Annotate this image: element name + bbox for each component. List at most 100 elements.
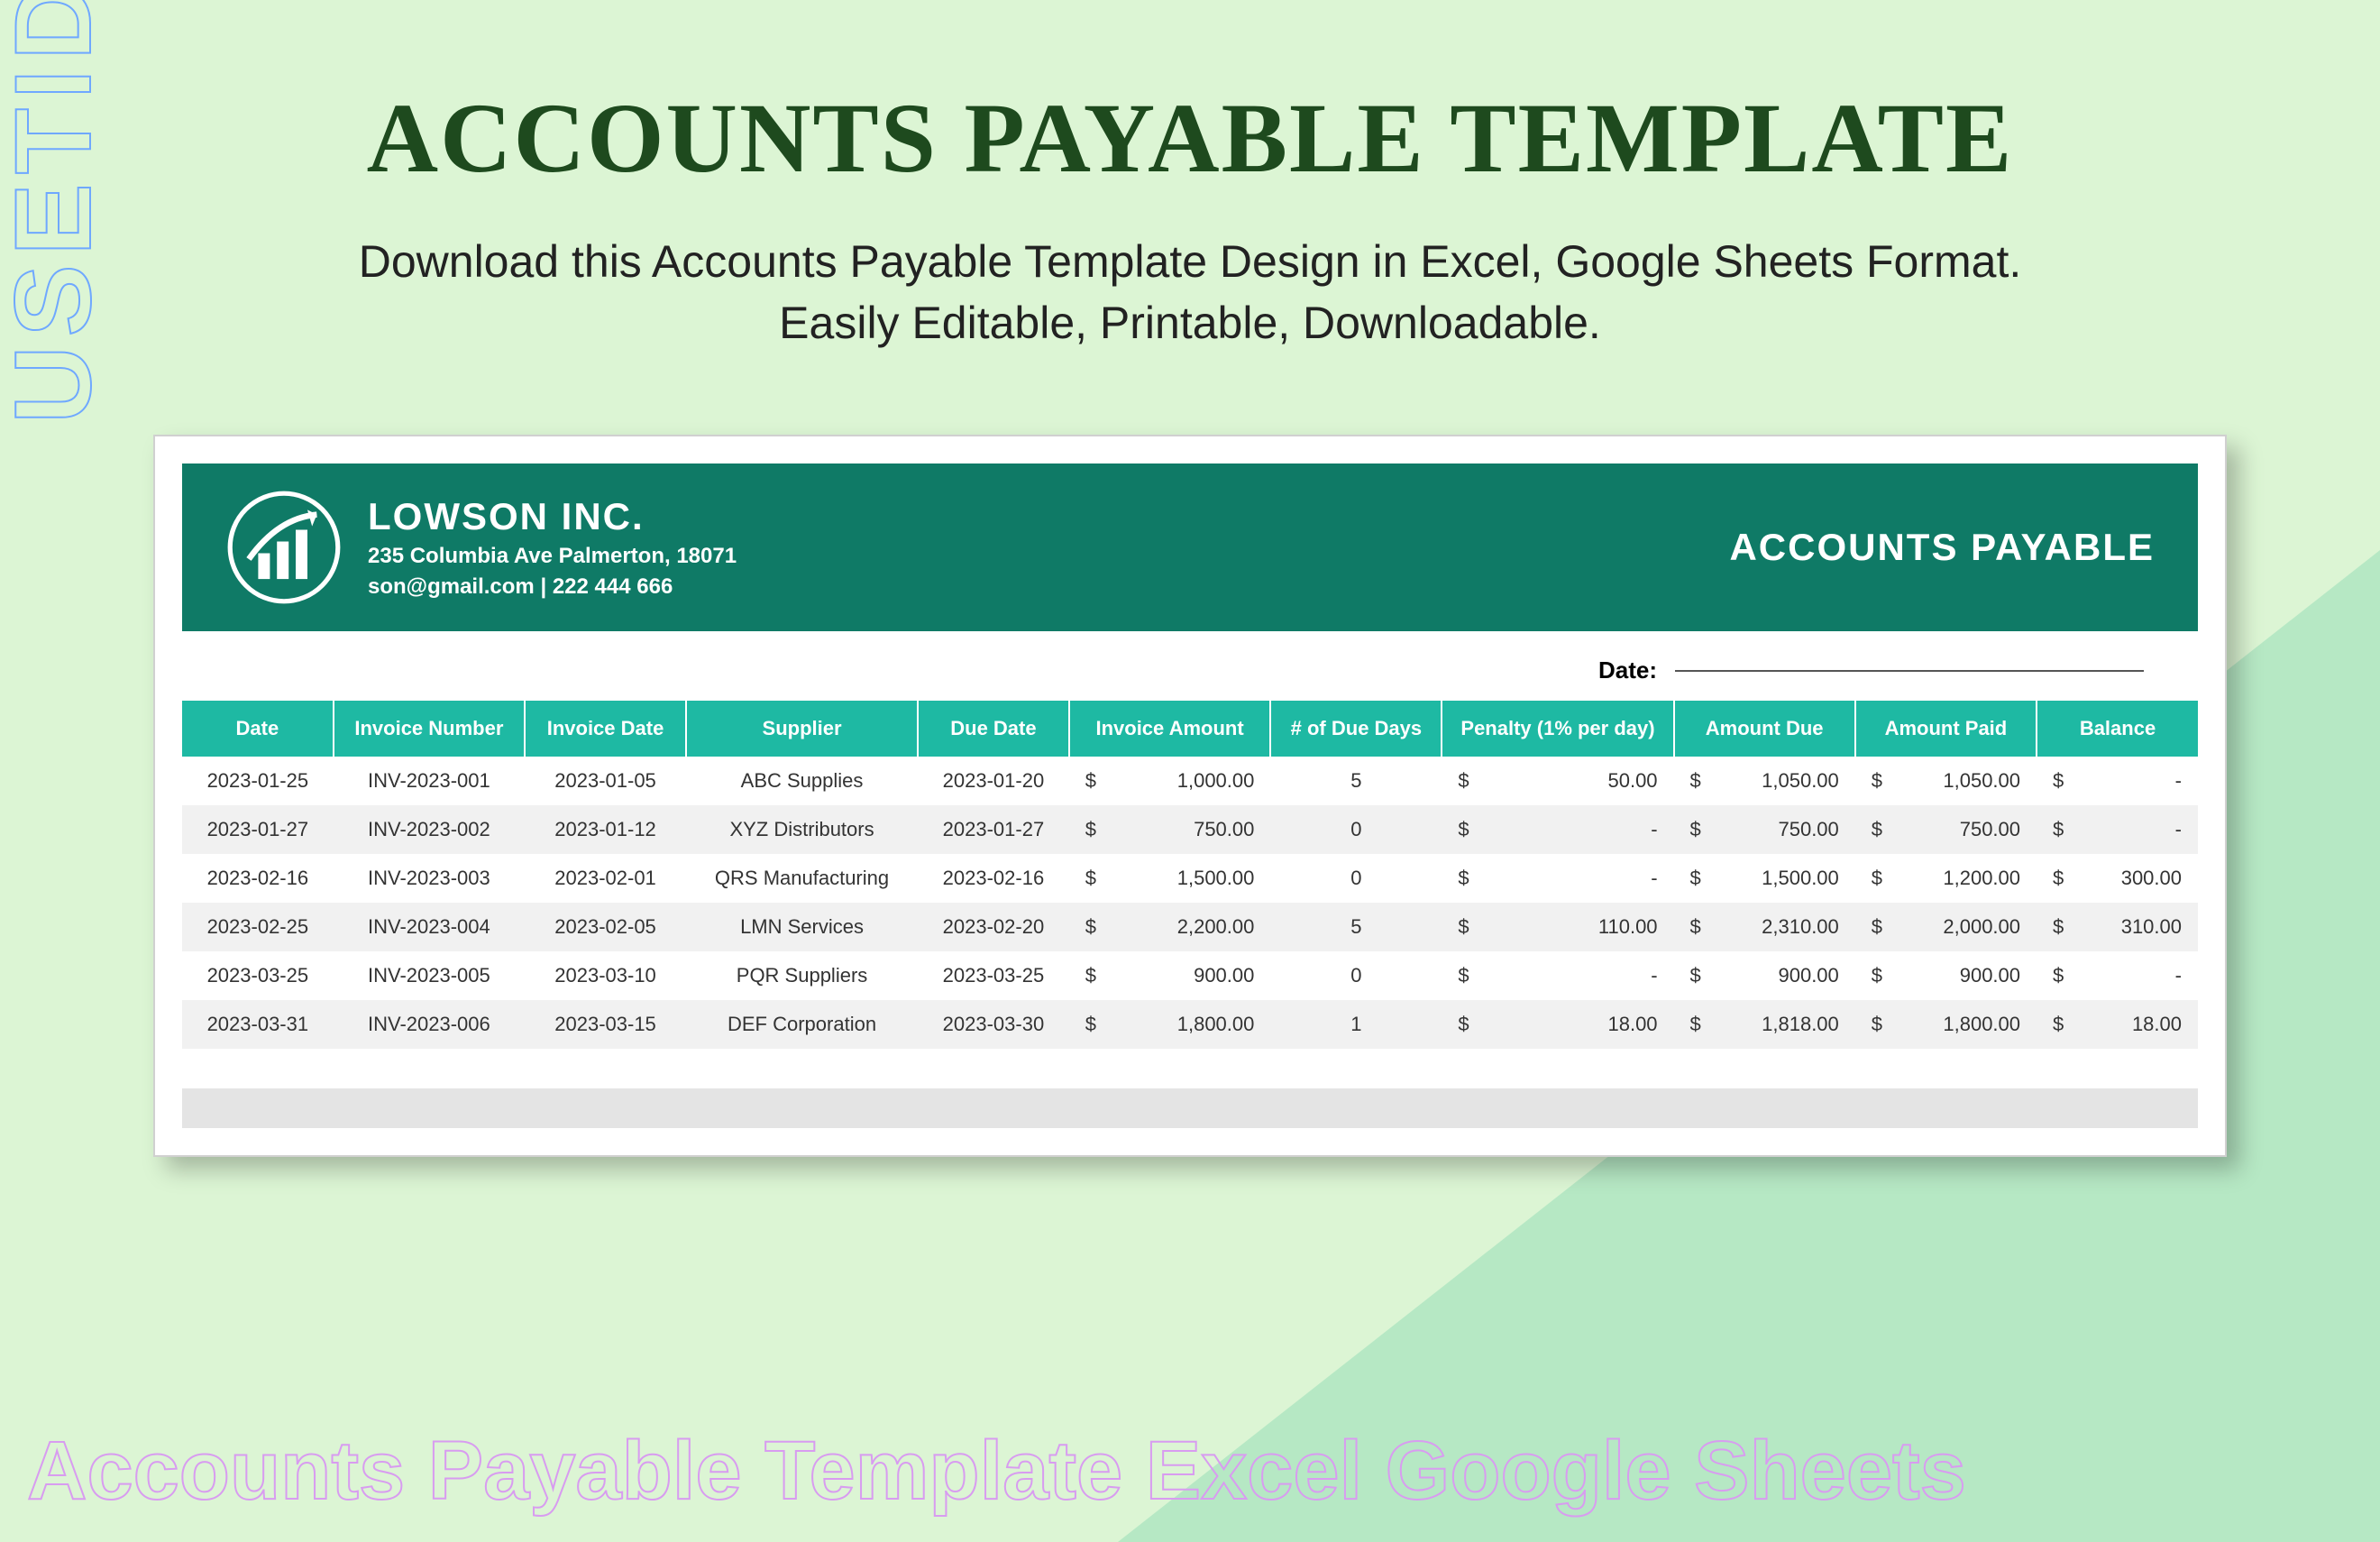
cell-date: 2023-03-31 xyxy=(182,1000,334,1049)
cell-due_days: 0 xyxy=(1270,951,1442,1000)
document-title: ACCOUNTS PAYABLE xyxy=(1729,526,2155,569)
cell-invoice_date: 2023-02-01 xyxy=(525,854,686,903)
col-invoice-amount: Invoice Amount xyxy=(1069,701,1271,757)
cell-invoice_number: INV-2023-002 xyxy=(334,805,525,854)
col-supplier: Supplier xyxy=(686,701,918,757)
cell-penalty: $- xyxy=(1442,951,1673,1000)
cell-due_date: 2023-01-20 xyxy=(918,757,1069,805)
cell-balance: $- xyxy=(2037,805,2198,854)
col-due-days: # of Due Days xyxy=(1270,701,1442,757)
cell-supplier: ABC Supplies xyxy=(686,757,918,805)
cell-invoice_date: 2023-01-12 xyxy=(525,805,686,854)
company-address: 235 Columbia Ave Palmerton, 18071 xyxy=(368,544,737,569)
main-content: ACCOUNTS PAYABLE TEMPLATE Download this … xyxy=(0,0,2380,1157)
cell-amount_due: $1,050.00 xyxy=(1674,757,1855,805)
accounts-payable-table: Date Invoice Number Invoice Date Supplie… xyxy=(182,701,2198,1128)
col-amount-paid: Amount Paid xyxy=(1855,701,2037,757)
subtitle-line-1: Download this Accounts Payable Template … xyxy=(90,232,2290,293)
table-row: 2023-03-31INV-2023-0062023-03-15DEF Corp… xyxy=(182,1000,2198,1049)
cell-balance: $- xyxy=(2037,757,2198,805)
cell-amount_due: $1,818.00 xyxy=(1674,1000,1855,1049)
cell-invoice_number: INV-2023-006 xyxy=(334,1000,525,1049)
brand-block: LOWSON INC. 235 Columbia Ave Palmerton, … xyxy=(225,489,737,606)
cell-amount_paid: $1,800.00 xyxy=(1855,1000,2037,1049)
cell-date: 2023-01-25 xyxy=(182,757,334,805)
col-due-date: Due Date xyxy=(918,701,1069,757)
cell-invoice_date: 2023-03-15 xyxy=(525,1000,686,1049)
table-row: 2023-03-25INV-2023-0052023-03-10PQR Supp… xyxy=(182,951,2198,1000)
cell-amount_due: $750.00 xyxy=(1674,805,1855,854)
table-row: 2023-01-25INV-2023-0012023-01-05ABC Supp… xyxy=(182,757,2198,805)
col-invoice-number: Invoice Number xyxy=(334,701,525,757)
col-amount-due: Amount Due xyxy=(1674,701,1855,757)
cell-invoice_number: INV-2023-005 xyxy=(334,951,525,1000)
page-subtitle: Download this Accounts Payable Template … xyxy=(90,232,2290,353)
date-row: Date: xyxy=(182,631,2198,701)
cell-invoice_number: INV-2023-001 xyxy=(334,757,525,805)
table-row: 2023-02-25INV-2023-0042023-02-05LMN Serv… xyxy=(182,903,2198,951)
cell-invoice_amount: $1,500.00 xyxy=(1069,854,1271,903)
subtitle-line-2: Easily Editable, Printable, Downloadable… xyxy=(90,293,2290,354)
cell-penalty: $18.00 xyxy=(1442,1000,1673,1049)
cell-due_days: 5 xyxy=(1270,903,1442,951)
cell-amount_paid: $1,200.00 xyxy=(1855,854,2037,903)
cell-invoice_amount: $750.00 xyxy=(1069,805,1271,854)
cell-due_date: 2023-03-25 xyxy=(918,951,1069,1000)
cell-due_date: 2023-02-20 xyxy=(918,903,1069,951)
table-header-row: Date Invoice Number Invoice Date Supplie… xyxy=(182,701,2198,757)
page-title: ACCOUNTS PAYABLE TEMPLATE xyxy=(90,81,2290,196)
cell-due_days: 1 xyxy=(1270,1000,1442,1049)
table-row-blank xyxy=(182,1049,2198,1088)
cell-amount_paid: $1,050.00 xyxy=(1855,757,2037,805)
cell-amount_paid: $2,000.00 xyxy=(1855,903,2037,951)
cell-invoice_amount: $1,800.00 xyxy=(1069,1000,1271,1049)
footer-caption: Accounts Payable Template Excel Google S… xyxy=(27,1427,1966,1515)
cell-balance: $310.00 xyxy=(2037,903,2198,951)
sheet-header: LOWSON INC. 235 Columbia Ave Palmerton, … xyxy=(182,464,2198,631)
cell-penalty: $110.00 xyxy=(1442,903,1673,951)
cell-amount_paid: $900.00 xyxy=(1855,951,2037,1000)
cell-invoice_date: 2023-01-05 xyxy=(525,757,686,805)
cell-due_date: 2023-01-27 xyxy=(918,805,1069,854)
company-name: LOWSON INC. xyxy=(368,495,737,538)
cell-supplier: PQR Suppliers xyxy=(686,951,918,1000)
cell-supplier: XYZ Distributors xyxy=(686,805,918,854)
cell-amount_due: $900.00 xyxy=(1674,951,1855,1000)
cell-amount_due: $1,500.00 xyxy=(1674,854,1855,903)
cell-invoice_number: INV-2023-004 xyxy=(334,903,525,951)
cell-due_date: 2023-02-16 xyxy=(918,854,1069,903)
company-logo-icon xyxy=(225,489,343,606)
cell-invoice_amount: $1,000.00 xyxy=(1069,757,1271,805)
cell-supplier: QRS Manufacturing xyxy=(686,854,918,903)
cell-due_days: 0 xyxy=(1270,854,1442,903)
cell-due_date: 2023-03-30 xyxy=(918,1000,1069,1049)
cell-supplier: DEF Corporation xyxy=(686,1000,918,1049)
cell-date: 2023-01-27 xyxy=(182,805,334,854)
col-balance: Balance xyxy=(2037,701,2198,757)
cell-balance: $- xyxy=(2037,951,2198,1000)
table-row: 2023-02-16INV-2023-0032023-02-01QRS Manu… xyxy=(182,854,2198,903)
cell-invoice_amount: $900.00 xyxy=(1069,951,1271,1000)
cell-date: 2023-02-25 xyxy=(182,903,334,951)
cell-invoice_date: 2023-02-05 xyxy=(525,903,686,951)
cell-balance: $300.00 xyxy=(2037,854,2198,903)
cell-penalty: $- xyxy=(1442,854,1673,903)
date-label: Date: xyxy=(1598,656,1657,684)
col-date: Date xyxy=(182,701,334,757)
date-blank-line xyxy=(1675,670,2144,672)
cell-amount_paid: $750.00 xyxy=(1855,805,2037,854)
cell-due_days: 5 xyxy=(1270,757,1442,805)
cell-penalty: $50.00 xyxy=(1442,757,1673,805)
cell-date: 2023-03-25 xyxy=(182,951,334,1000)
company-contact: son@gmail.com | 222 444 666 xyxy=(368,574,737,600)
table-row-summary xyxy=(182,1088,2198,1128)
table-row: 2023-01-27INV-2023-0022023-01-12XYZ Dist… xyxy=(182,805,2198,854)
col-penalty: Penalty (1% per day) xyxy=(1442,701,1673,757)
cell-balance: $18.00 xyxy=(2037,1000,2198,1049)
col-invoice-date: Invoice Date xyxy=(525,701,686,757)
cell-penalty: $- xyxy=(1442,805,1673,854)
spreadsheet-preview: LOWSON INC. 235 Columbia Ave Palmerton, … xyxy=(153,435,2227,1157)
cell-due_days: 0 xyxy=(1270,805,1442,854)
cell-amount_due: $2,310.00 xyxy=(1674,903,1855,951)
cell-invoice_amount: $2,200.00 xyxy=(1069,903,1271,951)
